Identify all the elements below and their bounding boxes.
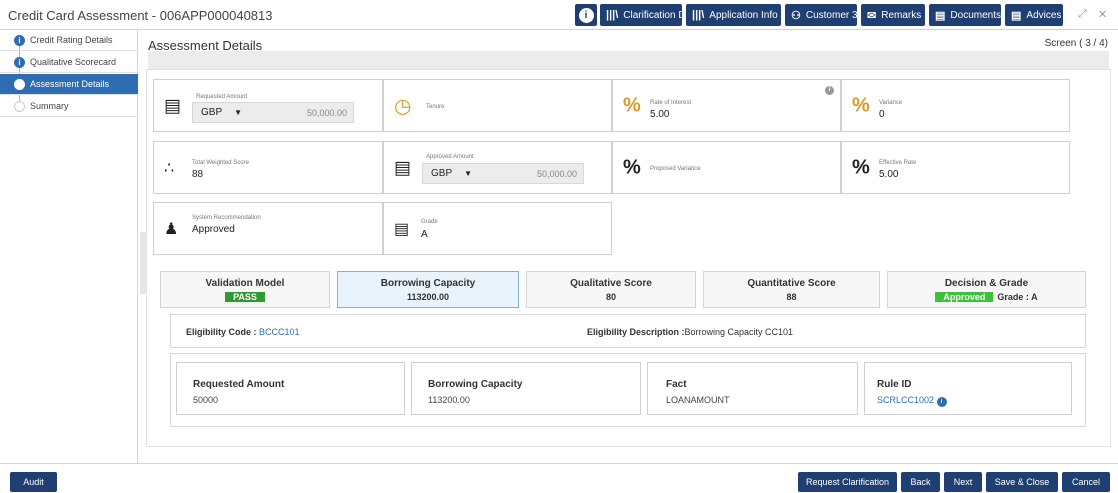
eligibility-code-label: Eligibility Code :: [186, 327, 257, 337]
rule-id-link[interactable]: SCRLCC1002: [877, 395, 934, 405]
eligibility-row: Eligibility Code : BCCC101 Eligibility D…: [170, 314, 1086, 348]
customer-360-button[interactable]: ⚇ Customer 360: [785, 4, 869, 26]
gauge-icon: ∴: [164, 159, 175, 177]
requested-amount-card: ▤ Requested Amount GBP ▼ 50,000.00: [153, 79, 383, 132]
info-icon[interactable]: i: [936, 397, 947, 407]
request-clarification-button[interactable]: Request Clarification: [798, 472, 897, 492]
clarification-icon: |||\: [606, 9, 619, 21]
eligibility-description-value: Borrowing Capacity CC101: [684, 327, 794, 337]
approved-amount-field[interactable]: GBP ▼ 50,000.00: [422, 163, 584, 184]
remarks-icon: ✉: [867, 9, 877, 22]
approved-amount-card: ▤ Approved Amount GBP ▼ 50,000.00: [383, 141, 612, 194]
documents-icon: ▤: [935, 9, 946, 22]
sidebar-item-assessment-details[interactable]: Assessment Details: [0, 74, 138, 95]
sidebar-item-summary[interactable]: Summary: [0, 96, 138, 117]
documents-button[interactable]: ▤ Documents: [929, 4, 1001, 26]
step-pending-icon: [14, 101, 25, 112]
approved-badge: Approved: [935, 292, 994, 302]
detail-card-fact: Fact LOANAMOUNT: [647, 362, 858, 415]
sidebar-item-credit-rating-details[interactable]: i Credit Rating Details: [0, 30, 138, 51]
info-icon[interactable]: i: [825, 86, 834, 95]
next-button[interactable]: Next: [944, 472, 982, 492]
step-done-icon: i: [14, 57, 25, 68]
detail-card-borrowing-capacity: Borrowing Capacity 113200.00: [411, 362, 641, 415]
users-icon: ♟: [164, 220, 179, 238]
chevron-down-icon[interactable]: ▼: [464, 169, 472, 178]
percent-icon: %: [623, 94, 641, 116]
percent-icon: %: [623, 156, 641, 178]
back-button[interactable]: Back: [901, 472, 940, 492]
percent-icon: %: [852, 94, 870, 116]
requested-amount-value: 50,000.00: [306, 107, 347, 118]
audit-button[interactable]: Audit: [10, 472, 57, 492]
system-recommendation-card: ♟ System Recommendation Approved: [153, 202, 383, 255]
info-button[interactable]: i: [575, 4, 597, 26]
rate-of-interest-card: % Rate of Interest 5.00 i: [612, 79, 841, 132]
info-icon: i: [578, 7, 594, 23]
section-band: [148, 51, 1109, 69]
clarification-details-button[interactable]: |||\ Clarification Details: [600, 4, 709, 26]
app-header: Credit Card Assessment - 006APP000040813…: [0, 0, 1118, 30]
close-icon[interactable]: ✕: [1098, 8, 1107, 21]
save-close-button[interactable]: Save & Close: [986, 472, 1058, 492]
footer-bar: Audit Request Clarification Back Next Sa…: [0, 463, 1118, 493]
advices-button[interactable]: ▤ Advices: [1005, 4, 1063, 26]
chevron-down-icon[interactable]: ▼: [234, 108, 242, 117]
total-weighted-score-card: ∴ Total Weighted Score 88: [153, 141, 383, 194]
grade-card: ▤ Grade A: [383, 202, 612, 255]
step-done-icon: i: [14, 35, 25, 46]
advices-icon: ▤: [1011, 9, 1022, 22]
detail-card-requested-amount: Requested Amount 50000: [176, 362, 405, 415]
quantitative-score-tile[interactable]: Quantitative Score 88: [703, 271, 880, 308]
cash-icon: ▤: [394, 157, 412, 177]
expand-icon[interactable]: ⤢: [1078, 8, 1087, 21]
cash-icon: ▤: [164, 95, 182, 115]
variance-card: % Variance 0: [841, 79, 1070, 132]
remarks-button[interactable]: ✉ Remarks: [861, 4, 925, 26]
currency-select[interactable]: GBP: [431, 168, 452, 179]
eligibility-description-label: Eligibility Description :: [587, 327, 685, 337]
tenure-card: ◷ Tenure: [383, 79, 612, 132]
proposed-variance-card: % Proposed Variance: [612, 141, 841, 194]
cancel-button[interactable]: Cancel: [1062, 472, 1110, 492]
validation-model-tile[interactable]: Validation Model PASS: [160, 271, 330, 308]
application-info-button[interactable]: |||\ Application Info: [686, 4, 781, 26]
detail-card-rule-id: Rule ID SCRLCC1002 i: [864, 362, 1072, 415]
approved-amount-value: 50,000.00: [536, 168, 577, 179]
step-current-icon: [14, 79, 25, 90]
borrowing-capacity-tile[interactable]: Borrowing Capacity 113200.00: [337, 271, 519, 308]
percent-icon: %: [852, 156, 870, 178]
app-title: Credit Card Assessment - 006APP000040813: [8, 8, 273, 23]
eligibility-code-value: BCCC101: [259, 327, 300, 337]
currency-select[interactable]: GBP: [201, 107, 222, 118]
customer-icon: ⚇: [791, 9, 801, 22]
sidebar: i Credit Rating Details i Qualitative Sc…: [0, 30, 138, 463]
application-icon: |||\: [692, 9, 705, 21]
effective-rate-card: % Effective Rate 5.00: [841, 141, 1070, 194]
screen-counter: Screen ( 3 / 4): [1044, 38, 1108, 49]
clock-icon: ◷: [394, 95, 412, 117]
requested-amount-field[interactable]: GBP ▼ 50,000.00: [192, 102, 354, 123]
sidebar-item-qualitative-scorecard[interactable]: i Qualitative Scorecard: [0, 52, 138, 73]
grade-text: Grade : A: [997, 292, 1038, 302]
document-icon: ▤: [394, 220, 410, 238]
pass-badge: PASS: [225, 292, 265, 302]
decision-grade-tile[interactable]: Decision & Grade Approved Grade : A: [887, 271, 1086, 308]
qualitative-score-tile[interactable]: Qualitative Score 80: [526, 271, 696, 308]
